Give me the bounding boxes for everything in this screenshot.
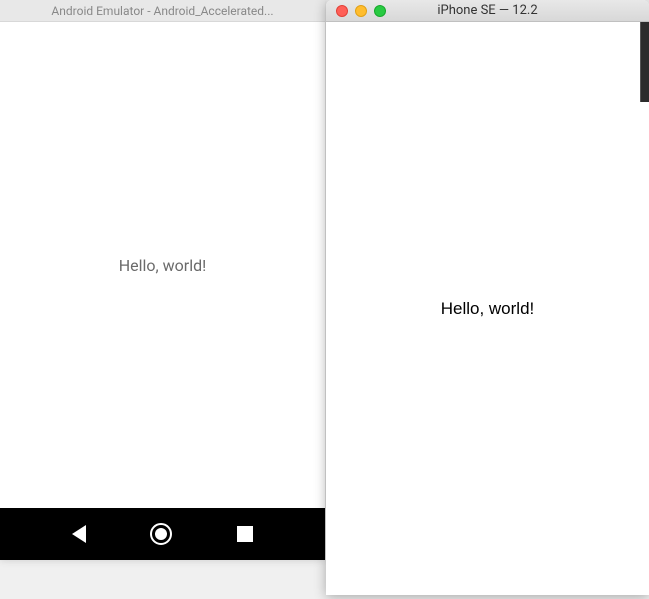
window-traffic-lights — [326, 5, 386, 17]
minimize-icon[interactable] — [355, 5, 367, 17]
recent-apps-icon[interactable] — [237, 526, 253, 542]
ios-hello-text: Hello, world! — [441, 299, 535, 319]
ios-titlebar[interactable]: iPhone SE — 12.2 — [326, 0, 649, 22]
android-titlebar[interactable]: Android Emulator - Android_Accelerated..… — [0, 0, 325, 22]
android-window-title: Android Emulator - Android_Accelerated..… — [51, 4, 273, 18]
android-emulator-window: Android Emulator - Android_Accelerated..… — [0, 0, 325, 560]
android-navigation-bar — [0, 508, 325, 560]
android-hello-text: Hello, world! — [119, 256, 207, 275]
ios-app-viewport[interactable]: Hello, world! — [326, 22, 649, 595]
android-app-viewport[interactable]: Hello, world! — [0, 22, 325, 508]
simulator-side-control — [640, 22, 649, 102]
home-icon[interactable] — [150, 523, 172, 545]
maximize-icon[interactable] — [374, 5, 386, 17]
back-icon[interactable] — [72, 525, 86, 543]
close-icon[interactable] — [336, 5, 348, 17]
ios-simulator-window: iPhone SE — 12.2 Hello, world! — [326, 0, 649, 595]
